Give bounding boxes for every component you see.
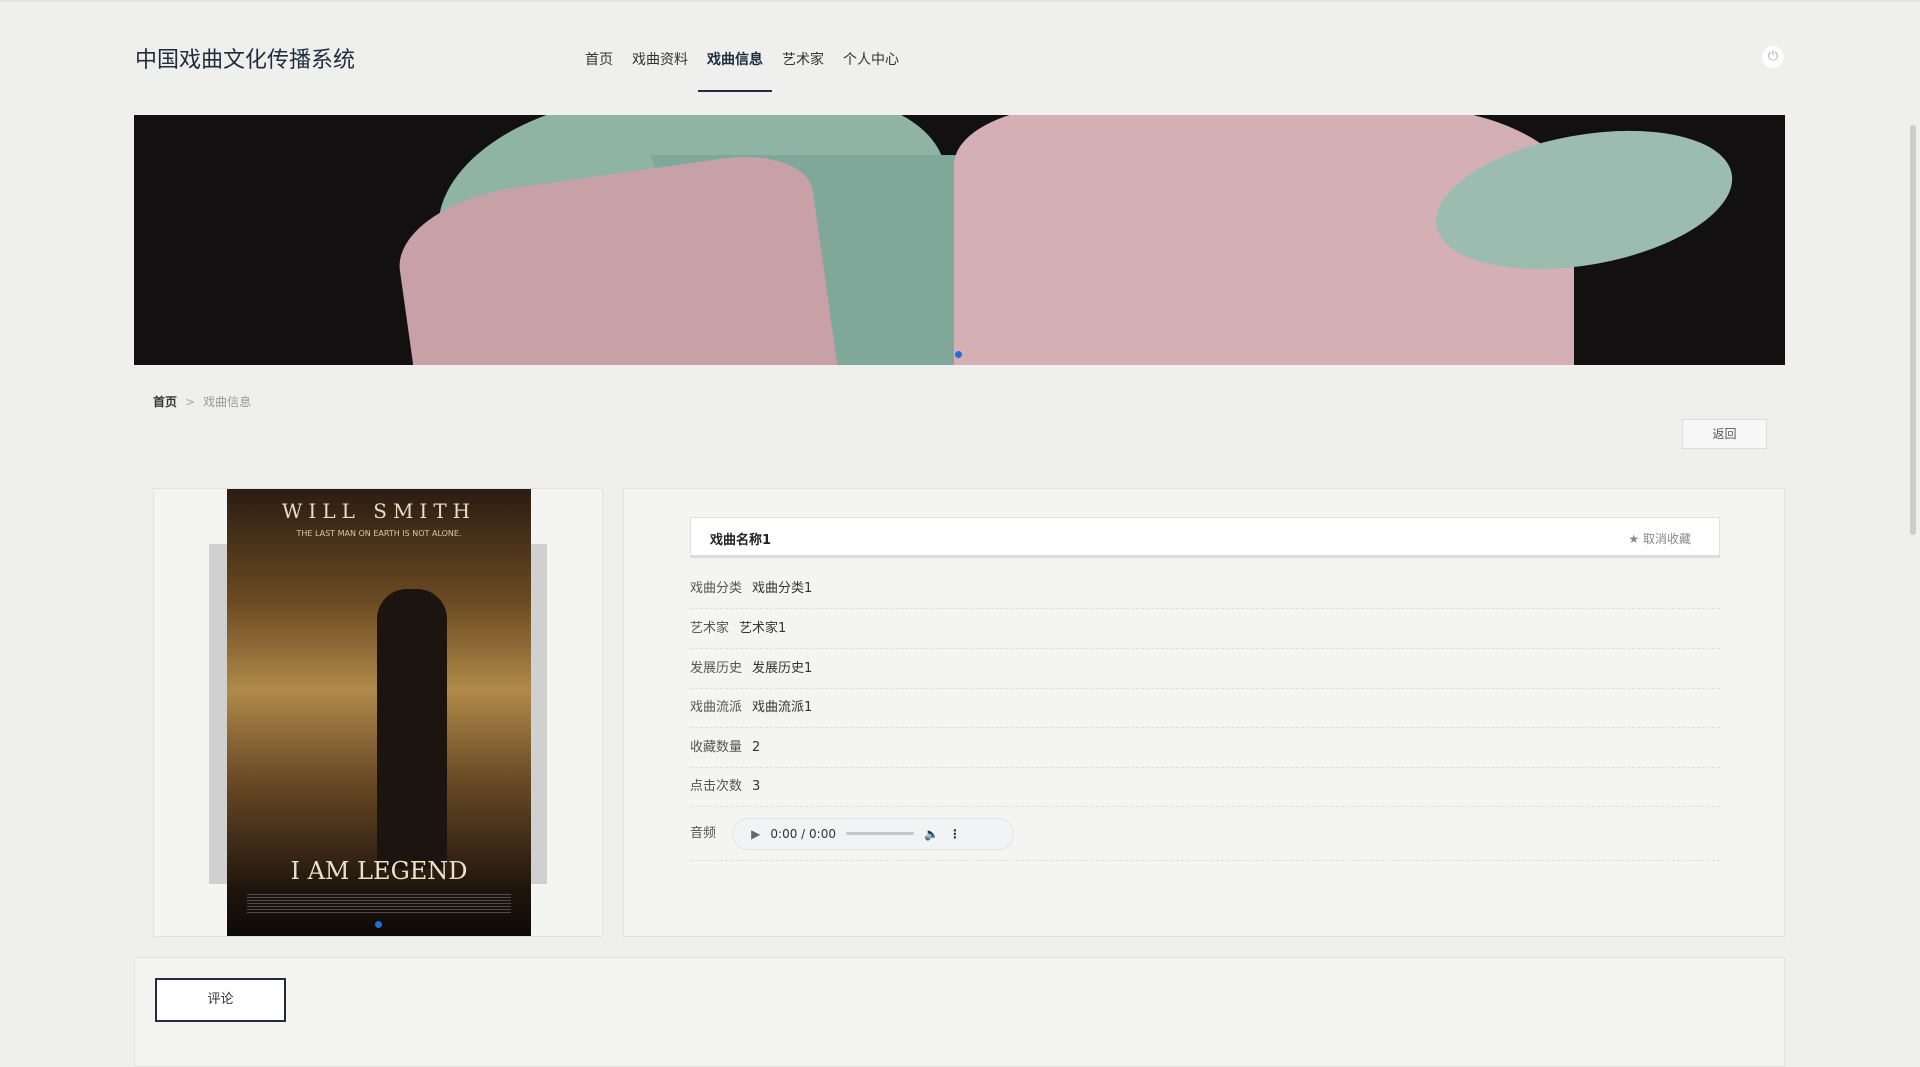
nav-opera-materials[interactable]: 戏曲资料 [632, 49, 688, 91]
poster-figure [377, 589, 447, 869]
detail-panel: 戏曲名称1 ★ 取消收藏 戏曲分类 戏曲分类1 艺术家 艺术家1 发展历史 发展历史1… [623, 488, 1785, 937]
row-value: 艺术家1 [739, 621, 787, 636]
poster-indicator[interactable] [375, 921, 382, 928]
row-value: 戏曲分类1 [752, 581, 813, 596]
detail-row: 戏曲流派 戏曲流派1 [690, 688, 1720, 728]
unfavorite-button[interactable]: ★ 取消收藏 [1628, 530, 1691, 547]
row-value: 3 [752, 779, 761, 794]
audio-progress-slider[interactable] [845, 832, 914, 835]
comment-section: 评论 [134, 957, 1785, 1067]
main-nav: 首页 戏曲资料 戏曲信息 艺术家 个人中心 [585, 49, 918, 92]
row-label: 戏曲流派 [690, 700, 743, 715]
breadcrumb: 首页 > 戏曲信息 [153, 393, 251, 410]
poster-credits [247, 894, 511, 914]
detail-title-bar: 戏曲名称1 ★ 取消收藏 [690, 517, 1720, 558]
top-border [0, 0, 1920, 2]
row-label: 收藏数量 [690, 740, 743, 755]
audio-row: 音频 ▶ 0:00 / 0:00 🔈 ⋮ [690, 807, 1720, 861]
opera-name: 戏曲名称1 [710, 533, 772, 548]
detail-row: 收藏数量 2 [690, 728, 1720, 768]
row-label: 发展历史 [690, 661, 743, 676]
nav-opera-info[interactable]: 戏曲信息 [698, 49, 772, 92]
comment-button[interactable]: 评论 [155, 978, 286, 1022]
detail-row: 发展历史 发展历史1 [690, 649, 1720, 689]
detail-row: 点击次数 3 [690, 767, 1720, 807]
row-label: 艺术家 [690, 621, 730, 636]
row-label: 戏曲分类 [690, 581, 743, 596]
carousel-indicator[interactable] [955, 351, 962, 358]
poster-top-text: WILL SMITH [281, 499, 477, 523]
row-value: 戏曲流派1 [752, 700, 813, 715]
unfavorite-label: 取消收藏 [1642, 532, 1691, 546]
nav-home[interactable]: 首页 [585, 49, 613, 91]
audio-player[interactable]: ▶ 0:00 / 0:00 🔈 ⋮ [732, 817, 1015, 850]
breadcrumb-separator: > [185, 395, 196, 409]
nav-artists[interactable]: 艺术家 [782, 49, 824, 91]
more-options-icon[interactable]: ⋮ [949, 807, 961, 861]
star-icon: ★ [1628, 532, 1640, 546]
detail-row: 戏曲分类 戏曲分类1 [690, 569, 1720, 609]
back-button[interactable]: 返回 [1682, 419, 1767, 449]
banner-carousel[interactable] [134, 115, 1785, 365]
row-label: 点击次数 [690, 779, 743, 794]
row-value: 2 [752, 740, 761, 755]
nav-personal-center[interactable]: 个人中心 [843, 49, 899, 91]
breadcrumb-current: 戏曲信息 [203, 395, 252, 409]
poster-tagline: THE LAST MAN ON EARTH IS NOT ALONE. [296, 529, 462, 538]
power-icon[interactable]: ⏻ [1762, 46, 1784, 68]
poster-title: I AM LEGEND [290, 857, 468, 885]
breadcrumb-home[interactable]: 首页 [153, 395, 177, 409]
poster-image: WILL SMITH THE LAST MAN ON EARTH IS NOT … [227, 489, 531, 936]
poster-panel: WILL SMITH THE LAST MAN ON EARTH IS NOT … [153, 488, 603, 937]
volume-icon[interactable]: 🔈 [924, 807, 939, 861]
site-title: 中国戏曲文化传播系统 [135, 48, 356, 73]
audio-time: 0:00 / 0:00 [770, 826, 836, 841]
detail-row: 艺术家 艺术家1 [690, 609, 1720, 649]
play-icon[interactable]: ▶ [751, 807, 760, 861]
scrollbar[interactable] [1910, 125, 1916, 535]
row-value: 发展历史1 [752, 661, 813, 676]
audio-label: 音频 [690, 826, 717, 841]
